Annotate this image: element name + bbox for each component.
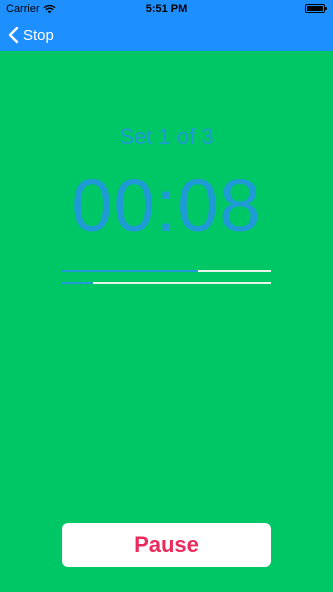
set-counter-label: Set 1 of 3 <box>119 124 214 149</box>
pause-button[interactable]: Pause <box>62 523 271 567</box>
chevron-left-icon <box>8 26 19 44</box>
back-button-label: Stop <box>23 26 54 44</box>
time-progress-fill <box>62 282 94 284</box>
navigation-bar: Stop <box>0 18 333 51</box>
set-progress-bar <box>62 270 271 272</box>
stop-back-button[interactable]: Stop <box>8 24 54 46</box>
status-bar: Carrier 5:51 PM <box>0 0 333 18</box>
status-time: 5:51 PM <box>145 3 188 15</box>
battery-icon <box>305 4 327 13</box>
workout-content: Set 1 of 3 00:08 Pause <box>0 51 333 592</box>
time-progress-bar <box>62 282 271 284</box>
timer-display: 00:08 <box>71 164 262 247</box>
set-progress-fill <box>62 270 198 272</box>
